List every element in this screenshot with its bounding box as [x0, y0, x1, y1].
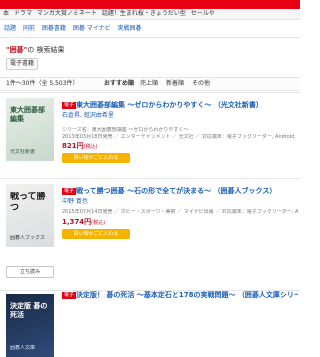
cover-title: 東大囲碁部編集	[10, 106, 45, 123]
book-author[interactable]: 中野 寛也	[62, 198, 88, 206]
book-price: 821円(税込)	[62, 142, 98, 152]
menu-item[interactable]: 本	[3, 10, 9, 17]
book-author[interactable]: 石倉昇, 蛙沢由希里	[62, 112, 114, 120]
related-keywords: 話題 同前 囲碁書籍 囲碁 マイナビ 実戦囲碁	[0, 23, 300, 34]
keyword-link[interactable]: 囲碁書籍	[42, 25, 66, 32]
book-title[interactable]: 決定版！ 碁の死活 〜基本定石と178の実戦問題〜 （囲碁人文庫シリーズ）	[76, 291, 298, 300]
ebook-badge: 電子	[62, 292, 77, 299]
menu-item[interactable]: 話題！生まれ桜・きょうだい型	[102, 10, 186, 17]
add-to-cart-button[interactable]: 買い物かごに入れる	[62, 229, 130, 239]
result-item: 東大囲碁部編集 光文社新書 電子 東大囲碁部編集 〜ゼロからわかりやすく〜 （光…	[0, 92, 300, 177]
result-item: 決定版 碁の死活 囲碁人文庫 電子 決定版！ 碁の死活 〜基本定石と178の実戦…	[0, 290, 300, 357]
keyword-link[interactable]: 実戦囲碁	[118, 25, 142, 32]
book-cover[interactable]: 決定版 碁の死活 囲碁人文庫	[6, 294, 54, 357]
divider	[0, 92, 300, 93]
add-to-cart-button[interactable]: 買い物かごに入れる	[62, 153, 130, 163]
ebook-badge: 電子	[62, 188, 77, 195]
ebook-badge: 電子	[62, 102, 77, 109]
sort-new[interactable]: 新着順	[166, 78, 184, 90]
keyword-link[interactable]: 囲碁 マイナビ	[73, 25, 111, 32]
search-keyword: "囲碁"	[6, 46, 28, 54]
book-cover[interactable]: 東大囲碁部編集 光文社新書	[6, 98, 54, 161]
search-heading: "囲碁"の 検索結果	[6, 46, 65, 55]
result-count: 1件〜30件（全 5,503件）	[6, 80, 79, 87]
menu-item[interactable]: マンガ大賞ノミネート	[37, 10, 97, 17]
cover-subtitle: 光文社新書	[10, 149, 36, 155]
top-menu: 本 ドラマ マンガ大賞ノミネート 話題！生まれ桜・きょうだい型 セールや	[0, 9, 300, 20]
preview-button[interactable]: 立ち読み	[6, 266, 54, 278]
book-price: 1,374円(税込)	[62, 218, 105, 228]
keyword-link[interactable]: 同前	[23, 25, 35, 32]
keyword-link[interactable]: 話題	[4, 25, 16, 32]
cover-subtitle: 囲碁人文庫	[10, 345, 36, 351]
sort-other[interactable]: その他	[192, 78, 210, 90]
search-heading-suffix: の 検索結果	[27, 46, 65, 54]
cover-title: 決定版 碁の死活	[10, 302, 48, 319]
sort-recommended[interactable]: おすすめ順	[104, 78, 134, 90]
book-title[interactable]: 東大囲碁部編集 〜ゼロからわかりやすく〜 （光文社新書）	[76, 101, 298, 110]
menu-item[interactable]: セールや	[191, 10, 215, 17]
sort-sales[interactable]: 売上順	[140, 78, 158, 90]
price-tax: (税込)	[83, 144, 98, 150]
price-tax: (税込)	[91, 220, 106, 226]
book-meta: 2015年07月14日発売 ／ ホビー・スポーツ・美術 ／ マイナビ出版 ／ 対…	[62, 209, 298, 215]
book-cover[interactable]: 戦って勝つ 囲碁人ブックス	[6, 184, 54, 247]
cover-title: 戦って勝つ	[10, 192, 46, 213]
book-series[interactable]: シリーズ名：東大囲碁部講座 〜ゼロからわかりやすく〜	[62, 127, 298, 134]
book-title[interactable]: 戦って勝つ囲碁 〜石の形で全てが決まる〜 （囲碁人ブックス）	[76, 187, 298, 196]
menu-item[interactable]: ドラマ	[14, 10, 32, 17]
book-meta: 2013年03月18日発売 ／ エンターテインメント ／ 光文社 ／ 対応端末：…	[62, 134, 298, 140]
top-brand-bar	[0, 0, 300, 9]
sort-bar: 1件〜30件（全 5,503件） おすすめ順 売上順 新着順 その他	[0, 77, 300, 91]
price-value: 1,374円	[62, 218, 92, 226]
price-value: 821円	[62, 142, 84, 150]
result-item: 戦って勝つ 囲碁人ブックス 電子 戦って勝つ囲碁 〜石の形で全てが決まる〜 （囲…	[0, 178, 300, 278]
filter-chip-ebook[interactable]: 電子書籍	[6, 58, 39, 70]
divider	[0, 178, 300, 179]
cover-subtitle: 囲碁人ブックス	[10, 235, 45, 241]
divider	[0, 37, 300, 38]
